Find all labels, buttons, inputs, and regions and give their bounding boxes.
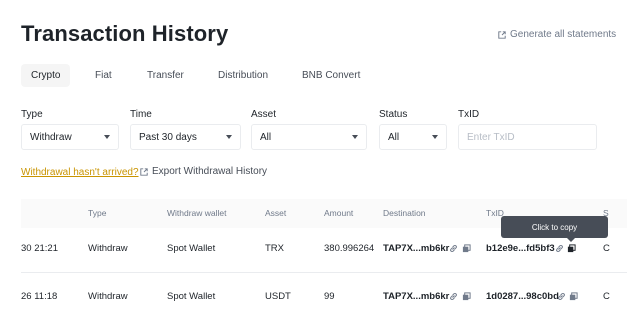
- row-1-wallet: Spot Wallet: [167, 243, 216, 254]
- status-filter-label: Status: [379, 109, 408, 120]
- row-1-amount: 380.996264: [324, 243, 375, 254]
- type-filter-label: Type: [21, 109, 43, 120]
- asset-select-value: All: [260, 131, 272, 143]
- tab-transfer[interactable]: Transfer: [147, 64, 184, 87]
- link-icon[interactable]: [557, 292, 566, 301]
- asset-select[interactable]: All: [251, 124, 367, 150]
- export-withdrawal-history-label: Export Withdrawal History: [152, 166, 268, 177]
- copy-icon[interactable]: [462, 292, 471, 301]
- row-2-destination: TAP7X...mb6kr: [383, 291, 450, 302]
- txid-filter-label: TxID: [458, 109, 480, 120]
- asset-filter-label: Asset: [251, 109, 277, 120]
- row-1-time: 30 21:21: [21, 243, 58, 254]
- row-2-asset: USDT: [265, 291, 291, 302]
- link-icon[interactable]: [555, 244, 564, 253]
- type-select-value: Withdraw: [30, 131, 72, 143]
- link-icon[interactable]: [449, 292, 458, 301]
- row-1-txid: b12e9e...fd5bf3: [486, 243, 555, 254]
- generate-statements-link[interactable]: Generate all statements: [498, 29, 616, 40]
- chevron-down-icon: [104, 135, 110, 139]
- column-header-type: Type: [88, 208, 107, 218]
- row-1-type: Withdraw: [88, 243, 128, 254]
- row-2-type: Withdraw: [88, 291, 128, 302]
- row-1-asset: TRX: [265, 243, 284, 254]
- row-2-status: C: [603, 291, 610, 302]
- tab-bnb-convert[interactable]: BNB Convert: [302, 64, 360, 87]
- status-select-value: All: [388, 131, 400, 143]
- row-1-status: C: [603, 243, 610, 254]
- time-select-value: Past 30 days: [139, 131, 197, 143]
- withdrawal-not-arrived-link[interactable]: Withdrawal hasn't arrived?: [21, 167, 139, 178]
- tab-crypto[interactable]: Crypto: [21, 64, 71, 87]
- page-title: Transaction History: [21, 21, 229, 46]
- column-header-withdraw-wallet: Withdraw wallet: [167, 208, 227, 218]
- column-header-asset: Asset: [265, 208, 287, 218]
- row-2-txid: 1d0287...98c0bd: [486, 291, 559, 302]
- external-link-icon: [140, 167, 148, 176]
- export-withdrawal-history-link[interactable]: Export Withdrawal History: [140, 166, 267, 177]
- status-select[interactable]: All: [379, 124, 447, 150]
- chevron-down-icon: [226, 135, 232, 139]
- tab-fiat[interactable]: Fiat: [95, 64, 112, 87]
- column-header-destination: Destination: [383, 208, 426, 218]
- chevron-down-icon: [432, 135, 438, 139]
- type-select[interactable]: Withdraw: [21, 124, 119, 150]
- generate-statements-label: Generate all statements: [510, 29, 617, 40]
- link-icon[interactable]: [449, 244, 458, 253]
- time-select[interactable]: Past 30 days: [130, 124, 241, 150]
- tab-distribution[interactable]: Distribution: [218, 64, 268, 87]
- txid-input-placeholder: Enter TxID: [467, 131, 515, 143]
- copy-icon[interactable]: [569, 292, 578, 301]
- time-filter-label: Time: [130, 109, 152, 120]
- row-1-destination: TAP7X...mb6kr: [383, 243, 450, 254]
- row-divider: [21, 272, 627, 273]
- row-2-wallet: Spot Wallet: [167, 291, 216, 302]
- chevron-down-icon: [352, 135, 358, 139]
- txid-input[interactable]: Enter TxID: [458, 124, 597, 150]
- row-2-amount: 99: [324, 291, 335, 302]
- copy-tooltip: Click to copy: [501, 216, 608, 242]
- column-header-amount: Amount: [324, 208, 354, 218]
- row-2-time: 26 11:18: [21, 291, 58, 302]
- copy-icon[interactable]: [567, 244, 576, 253]
- copy-icon[interactable]: [462, 244, 471, 253]
- external-link-icon: [498, 30, 506, 39]
